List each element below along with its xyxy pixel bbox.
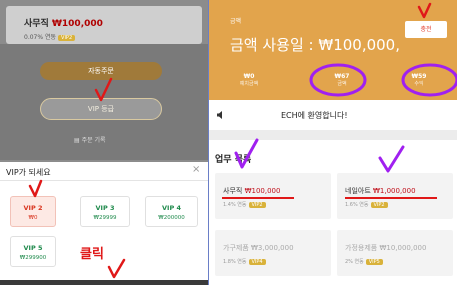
balance-title: 금액 사용일 : ₩100,000, xyxy=(230,36,400,54)
stat-profit: ₩59 수익 xyxy=(394,73,444,87)
task-title: 가구제품 xyxy=(223,244,249,252)
task-price: ₩10,000,000 xyxy=(379,244,427,252)
task-badge: VIP5 xyxy=(365,258,383,265)
current-job-rate-value: 0.07% xyxy=(24,34,44,41)
stat-value: ₩67 xyxy=(334,73,350,80)
stat-amount: ₩67 금액 xyxy=(317,73,367,87)
task-name: 사무직 ₩100,000 xyxy=(223,186,280,196)
screenshot-root: 사무직 ₩100,000 0.07% 연동 VIP2 자동주문 VIP 등급 ▤ … xyxy=(0,0,457,285)
task-rate: 1.4% 연동 VIP2 xyxy=(223,201,266,208)
vip-badge: VIP2 xyxy=(58,34,76,41)
vip-level-button[interactable]: VIP 등급 xyxy=(40,98,162,120)
task-name: 가구제품 ₩3,000,000 xyxy=(223,243,294,253)
task-list-title: 업무 목록 xyxy=(215,155,252,165)
current-job-card: 사무직 ₩100,000 0.07% 연동 VIP2 xyxy=(6,6,202,44)
vip-option-5[interactable]: VIP 5 ₩299900 xyxy=(10,236,56,267)
current-job: 사무직 ₩100,000 xyxy=(24,16,103,29)
bottom-bar xyxy=(0,280,208,285)
vip-popup: VIP가 되세요 × VIP 2 ₩0 VIP 3 ₩29999 VIP 4 ₩200… xyxy=(0,162,208,280)
vip-option-price: ₩0 xyxy=(28,215,38,221)
order-record-link[interactable]: ▤ 주문 기록 xyxy=(74,135,106,144)
vip-option-2[interactable]: VIP 2 ₩0 xyxy=(10,196,56,227)
task-card-nailart[interactable]: 네일아트 ₩1,000,000 1.6% 연동 VIP2 xyxy=(337,173,453,219)
vip-option-price: ₩29999 xyxy=(93,215,117,221)
balance-header: 금액 금액 사용일 : ₩100,000, 충전 ₩0 예치금액 ₩67 금액 ₩5… xyxy=(209,0,457,100)
task-rate: 1.6% 연동 VIP2 xyxy=(345,201,388,208)
annotation-underline xyxy=(345,197,437,199)
order-record-label: 주문 기록 xyxy=(81,137,106,144)
stat-value: ₩0 xyxy=(243,73,255,80)
click-annotation-label: 클릭 xyxy=(80,247,104,262)
current-job-name: 사무직 xyxy=(24,19,49,29)
current-job-rate: 0.07% 연동 VIP2 xyxy=(24,32,76,41)
divider xyxy=(0,180,208,181)
popup-title: VIP가 되세요 xyxy=(6,168,51,177)
task-rate-text: 1.4% 연동 xyxy=(223,202,247,208)
vip-option-price: ₩299900 xyxy=(19,255,47,261)
stat-label: 수익 xyxy=(414,81,424,87)
vip-option-price: ₩200000 xyxy=(158,215,185,221)
vip-option-name: VIP 4 xyxy=(162,204,181,212)
header-small-label: 금액 xyxy=(230,18,242,25)
task-card-household[interactable]: 가정용제품 ₩10,000,000 2% 연동 VIP5 xyxy=(337,230,453,276)
vip-option-name: VIP 3 xyxy=(95,204,115,212)
notice-bar: ECH에 환영합니다! xyxy=(209,100,457,130)
task-rate: 2% 연동 VIP5 xyxy=(345,258,383,265)
speaker-icon xyxy=(217,111,222,119)
task-rate-text: 1.6% 연동 xyxy=(345,202,369,208)
auto-order-button[interactable]: 자동주문 xyxy=(40,62,162,80)
stat-value: ₩59 xyxy=(411,73,427,80)
calendar-icon: ▤ xyxy=(74,137,80,144)
task-title: 사무직 xyxy=(223,187,243,195)
task-card-furniture[interactable]: 가구제품 ₩3,000,000 1.8% 연동 VIP4 xyxy=(215,230,331,276)
vip-option-name: VIP 2 xyxy=(23,204,43,212)
vip-option-name: VIP 5 xyxy=(23,244,43,252)
task-rate-text: 2% 연동 xyxy=(345,259,364,265)
task-price: ₩1,000,000 xyxy=(373,187,416,195)
current-job-rate-suffix: 연동 xyxy=(44,34,57,41)
stat-deposit: ₩0 예치금액 xyxy=(229,73,269,87)
notice-text: ECH에 환영합니다! xyxy=(281,111,348,120)
task-card-office[interactable]: 사무직 ₩100,000 1.4% 연동 VIP2 xyxy=(215,173,331,219)
current-job-price: ₩100,000 xyxy=(51,19,103,29)
left-app-panel: 사무직 ₩100,000 0.07% 연동 VIP2 자동주문 VIP 등급 ▤ … xyxy=(0,0,208,285)
annotation-underline xyxy=(222,197,294,199)
task-badge: VIP4 xyxy=(248,258,266,265)
stat-label: 예치금액 xyxy=(239,81,259,87)
task-rate-text: 1.8% 연동 xyxy=(223,259,247,265)
task-name: 네일아트 ₩1,000,000 xyxy=(345,186,416,196)
charge-button[interactable]: 충전 xyxy=(405,21,447,38)
task-badge: VIP2 xyxy=(248,201,266,208)
task-price: ₩3,000,000 xyxy=(251,244,294,252)
stat-label: 금액 xyxy=(337,81,347,87)
task-name: 가정용제품 ₩10,000,000 xyxy=(345,243,426,253)
close-icon[interactable]: × xyxy=(192,164,200,175)
task-list-section: 업무 목록 사무직 ₩100,000 1.4% 연동 VIP2 네일아트 ₩1,0… xyxy=(209,140,457,285)
task-title: 네일아트 xyxy=(345,187,371,195)
section-gap xyxy=(209,130,457,140)
vip-option-4[interactable]: VIP 4 ₩200000 xyxy=(145,196,198,227)
task-rate: 1.8% 연동 VIP4 xyxy=(223,258,266,265)
vip-option-3[interactable]: VIP 3 ₩29999 xyxy=(80,196,130,227)
task-price: ₩100,000 xyxy=(244,187,281,195)
task-badge: VIP2 xyxy=(370,201,388,208)
right-app-panel: 금액 금액 사용일 : ₩100,000, 충전 ₩0 예치금액 ₩67 금액 ₩5… xyxy=(209,0,457,285)
task-title: 가정용제품 xyxy=(345,244,378,252)
